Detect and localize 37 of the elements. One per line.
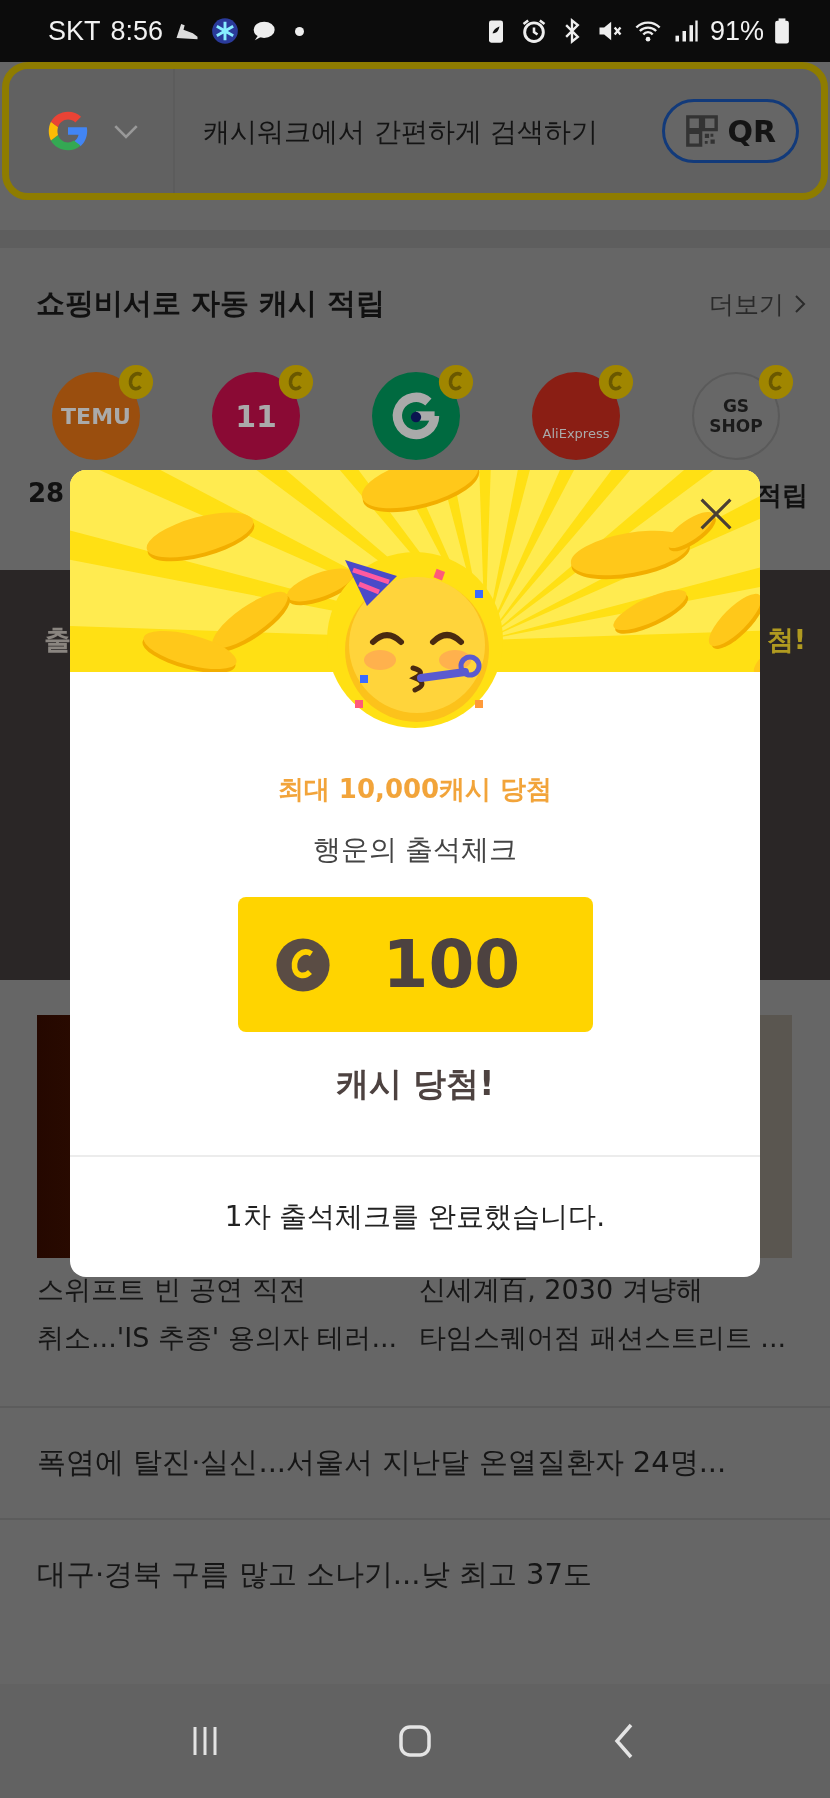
result-text: 캐시 당첨!	[335, 1063, 495, 1105]
max-reward-text: 최대 10,000캐시 당첨	[277, 773, 553, 806]
close-icon	[698, 496, 734, 532]
dialog-title: 행운의 출석체크	[312, 832, 518, 868]
carrier-label: SKT	[48, 15, 101, 47]
cash-coin-badge-icon	[278, 364, 314, 400]
snowflake-icon	[211, 17, 240, 45]
news-headline[interactable]: 대구·경북 구름 많고 소나기...낮 최고 37도	[0, 1518, 830, 1630]
chevron-down-icon	[113, 123, 139, 139]
completion-message: 1차 출석체크를 완료했습니다.	[223, 1199, 607, 1235]
cash-coin-badge-icon	[438, 364, 474, 400]
store-logo[interactable]: AliExpress	[532, 372, 620, 460]
notification-dot-icon	[295, 26, 305, 36]
qr-button[interactable]: QR	[662, 99, 799, 163]
news-headline[interactable]: 폭염에 탈진·실신...서울서 지난달 온열질환자 24명...	[0, 1406, 830, 1518]
section-title: 쇼핑비서로 자동 캐시 적립	[36, 285, 386, 322]
banner-text: 첨!	[766, 623, 806, 657]
reward-amount: 100	[382, 926, 521, 1003]
store-logo[interactable]: TEMU	[52, 372, 140, 460]
cash-coin-badge-icon	[118, 364, 154, 400]
clock: 8:56	[110, 15, 164, 47]
search-bar[interactable]: 캐시워크에서 간편하게 검색하기 QR	[2, 62, 828, 200]
more-link[interactable]: 더보기	[709, 287, 806, 321]
cash-coin-badge-icon	[598, 364, 634, 400]
party-face-icon	[325, 550, 505, 730]
store-logo[interactable]: GS SHOP	[692, 372, 780, 460]
store-caption: 28	[28, 478, 65, 510]
cash-coin-badge-icon	[758, 364, 794, 400]
search-field[interactable]: 캐시워크에서 간편하게 검색하기	[175, 115, 663, 147]
store-caption: 적립	[756, 479, 808, 512]
battery-percent: 91%	[709, 15, 764, 47]
store-logo[interactable]: 11	[212, 372, 300, 460]
qr-code-icon	[685, 114, 720, 148]
battery-icon	[774, 17, 790, 45]
cash-coin-icon	[274, 936, 331, 993]
chevron-right-icon	[794, 294, 806, 314]
banner-text: 출	[44, 623, 71, 657]
